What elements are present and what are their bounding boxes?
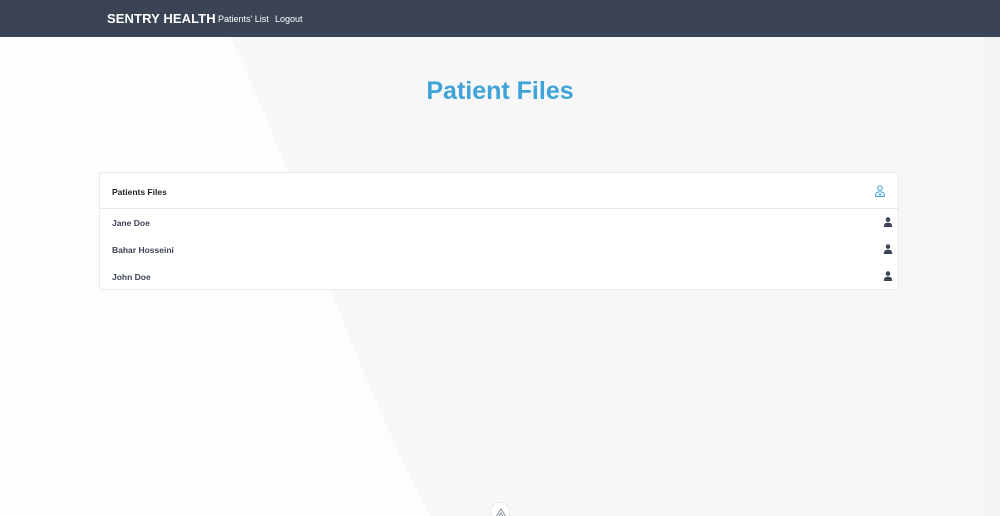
add-user-icon <box>874 185 886 197</box>
sentry-logo-icon <box>496 508 506 516</box>
nav-link-logout[interactable]: Logout <box>275 14 303 24</box>
top-navbar: SENTRY HEALTH Patients' List Logout <box>0 0 1000 37</box>
brand-logo-text[interactable]: SENTRY HEALTH <box>107 11 216 26</box>
patient-row-bahar-hosseini[interactable]: Bahar Hosseini <box>100 236 898 263</box>
user-icon <box>883 217 893 227</box>
patient-row-jane-doe[interactable]: Jane Doe <box>100 209 898 236</box>
panel-title: Patients Files <box>112 187 167 197</box>
nav-link-patients-list[interactable]: Patients' List <box>218 14 269 24</box>
patient-name: John Doe <box>112 272 151 282</box>
patient-name: Jane Doe <box>112 218 150 228</box>
footer-logo <box>490 502 510 516</box>
page-title: Patient Files <box>426 77 574 105</box>
patient-name: Bahar Hosseini <box>112 245 174 255</box>
patients-files-panel: Patients Files Jane Doe Bahar Hosseini J… <box>99 172 899 290</box>
patient-row-john-doe[interactable]: John Doe <box>100 263 898 290</box>
user-icon <box>883 244 893 254</box>
add-patient-button[interactable] <box>873 184 887 198</box>
panel-header: Patients Files <box>100 173 898 209</box>
user-icon <box>883 271 893 281</box>
